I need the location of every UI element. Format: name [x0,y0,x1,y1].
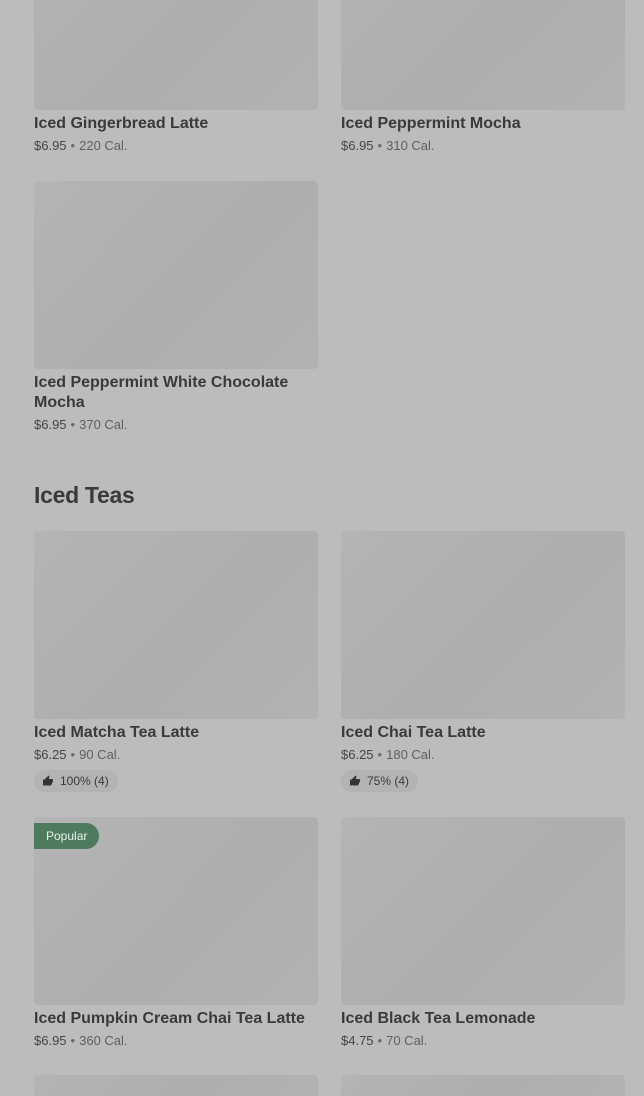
separator: • [377,138,383,153]
item-calories: 370 Cal. [79,417,128,432]
menu-item-card[interactable]: Iced Gingerbread Latte $6.95 • 220 Cal. [34,0,318,155]
rating-badge: 75% (4) [341,770,419,792]
thumbs-up-icon [43,775,53,786]
item-price: $6.95 [34,138,67,153]
item-meta: $4.75 • 70 Cal. [341,1032,625,1050]
item-image [341,1075,625,1096]
item-image [34,531,318,719]
menu-item-card[interactable]: Iced Chai Tea Latte $6.25 • 180 Cal. 75% (… [341,531,625,792]
item-price: $4.75 [341,1033,374,1048]
item-name: Iced Peppermint Mocha [341,115,521,132]
item-meta: $6.95 • 220 Cal. [34,137,318,155]
item-price: $6.25 [341,747,374,762]
item-name: Iced Black Tea Lemonade [341,1010,536,1027]
menu-item-card[interactable]: Iced Peppermint Mocha $6.95 • 310 Cal. [341,0,625,155]
item-meta: $6.95 • 310 Cal. [341,137,625,155]
separator: • [70,1033,76,1048]
rating-text: 100% (4) [60,774,109,788]
item-name: Iced Pumpkin Cream Chai Tea Latte [34,1010,305,1027]
item-name: Iced Chai Tea Latte [341,724,486,741]
item-image [34,181,318,369]
menu-item-card[interactable]: Iced Peppermint White Chocolate Mocha $6… [34,181,318,434]
thumbs-up-icon [350,775,360,786]
rating-badge: 100% (4) [34,770,118,792]
item-calories: 220 Cal. [79,138,128,153]
item-image [34,0,318,110]
item-price: $6.25 [34,747,67,762]
item-image [341,0,625,110]
item-calories: 70 Cal. [386,1033,428,1048]
separator: • [377,747,383,762]
item-price: $6.95 [341,138,374,153]
item-calories: 310 Cal. [386,138,435,153]
item-price: $6.95 [34,1033,67,1048]
item-price: $6.95 [34,417,67,432]
item-image [341,531,625,719]
item-name: Iced Matcha Tea Latte [34,724,200,741]
item-calories: 180 Cal. [386,747,435,762]
menu-item-card[interactable]: Popular Iced Pumpkin Cream Chai Tea Latt… [34,817,318,1050]
item-name: Iced Peppermint White Chocolate Mocha [34,374,289,411]
item-calories: 90 Cal. [79,747,121,762]
menu-item-card[interactable]: Iced Black Tea Lemonade $4.75 • 70 Cal. [341,817,625,1050]
separator: • [377,1033,383,1048]
item-meta: $6.95 • 360 Cal. [34,1032,318,1050]
popular-badge: Popular [34,823,100,849]
menu-item-card[interactable] [341,1075,625,1096]
section-title: Iced Teas [34,482,135,508]
item-calories: 360 Cal. [79,1033,128,1048]
item-image: Popular [34,817,318,1005]
item-image [341,817,625,1005]
separator: • [70,747,76,762]
separator: • [70,417,76,432]
item-meta: $6.95 • 370 Cal. [34,416,318,434]
rating-text: 75% (4) [367,774,410,788]
separator: • [70,138,76,153]
item-image [34,1075,318,1096]
item-meta: $6.25 • 90 Cal. [34,746,318,764]
menu-item-card[interactable] [34,1075,318,1096]
item-name: Iced Gingerbread Latte [34,115,209,132]
item-meta: $6.25 • 180 Cal. [341,746,625,764]
menu-item-card[interactable]: Iced Matcha Tea Latte $6.25 • 90 Cal. 100%… [34,531,318,792]
